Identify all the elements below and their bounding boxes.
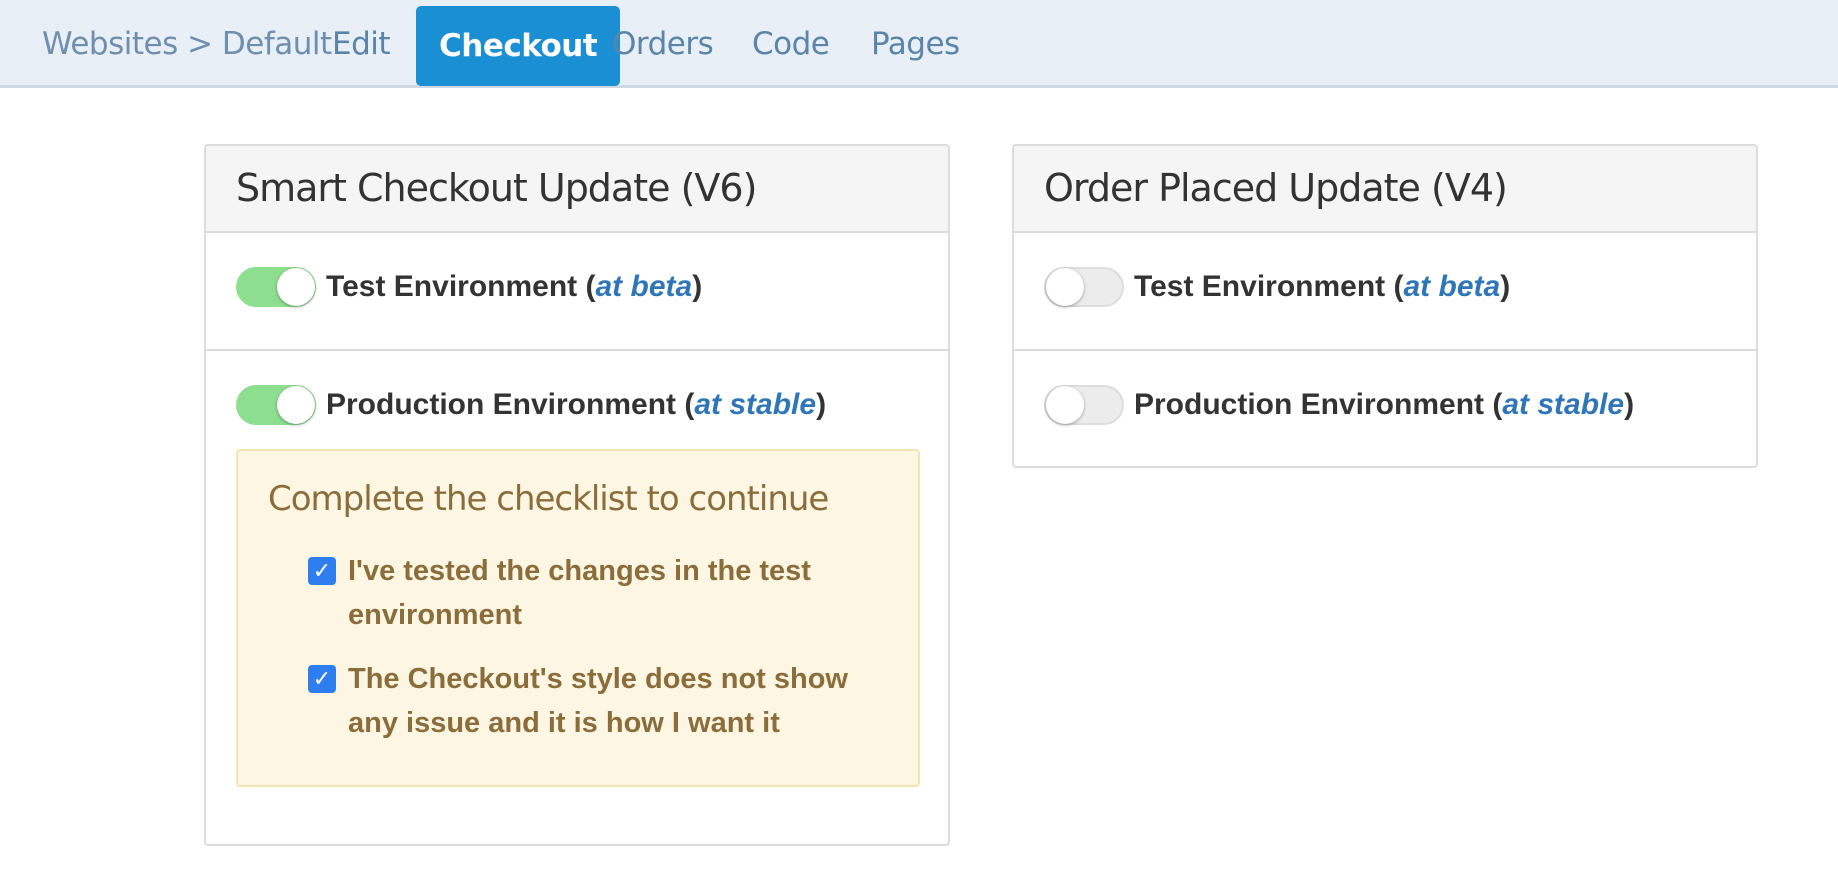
tab-edit[interactable]: Edit xyxy=(332,26,391,62)
panel-header: Smart Checkout Update (V6) xyxy=(206,146,948,233)
version-link[interactable]: at beta xyxy=(595,270,692,303)
production-environment-row: Production Environment (at stable) Compl… xyxy=(206,351,948,844)
tab-checkout[interactable]: Checkout xyxy=(416,6,621,86)
production-environment-row: Production Environment (at stable) xyxy=(1014,351,1756,466)
tab-pages[interactable]: Pages xyxy=(871,26,960,62)
breadcrumb[interactable]: Websites > Default xyxy=(42,26,332,62)
production-environment-label: Production Environment (at stable) xyxy=(1134,388,1635,421)
smart-checkout-panel: Smart Checkout Update (V6) Test Environm… xyxy=(204,144,950,846)
test-environment-label: Test Environment (at beta) xyxy=(1134,270,1511,303)
checkbox-tested[interactable]: ✓ xyxy=(308,557,336,585)
test-environment-label: Test Environment (at beta) xyxy=(326,270,703,303)
test-environment-row: Test Environment (at beta) xyxy=(1014,233,1756,351)
order-placed-panel: Order Placed Update (V4) Test Environmen… xyxy=(1012,144,1758,468)
tab-orders[interactable]: Orders xyxy=(612,26,714,62)
panel-title: Order Placed Update (V4) xyxy=(1044,166,1508,210)
panel-header: Order Placed Update (V4) xyxy=(1014,146,1756,233)
production-environment-label: Production Environment (at stable) xyxy=(326,388,827,421)
check-icon: ✓ xyxy=(312,666,332,691)
test-environment-row: Test Environment (at beta) xyxy=(206,233,948,351)
test-environment-toggle[interactable] xyxy=(236,267,316,307)
toggle-knob xyxy=(1046,268,1084,306)
checklist-item-text: I've tested the changes in the test envi… xyxy=(348,555,811,631)
production-environment-toggle[interactable] xyxy=(236,385,316,425)
checklist-item-text: The Checkout's style does not show any i… xyxy=(348,663,848,739)
tab-code[interactable]: Code xyxy=(752,26,830,62)
panel-title: Smart Checkout Update (V6) xyxy=(236,166,757,210)
version-link[interactable]: at beta xyxy=(1403,270,1500,303)
top-navigation: Websites > Default Edit Checkout Orders … xyxy=(0,0,1838,88)
production-environment-toggle[interactable] xyxy=(1044,385,1124,425)
checklist-alert: Complete the checklist to continue ✓ I'v… xyxy=(236,449,920,787)
check-icon: ✓ xyxy=(312,558,332,583)
toggle-knob xyxy=(1046,386,1084,424)
version-link[interactable]: at stable xyxy=(694,388,816,421)
checkbox-style[interactable]: ✓ xyxy=(308,665,336,693)
test-environment-toggle[interactable] xyxy=(1044,267,1124,307)
version-link[interactable]: at stable xyxy=(1502,388,1624,421)
toggle-knob xyxy=(277,268,315,306)
checklist-title: Complete the checklist to continue xyxy=(268,479,829,519)
toggle-knob xyxy=(277,386,315,424)
